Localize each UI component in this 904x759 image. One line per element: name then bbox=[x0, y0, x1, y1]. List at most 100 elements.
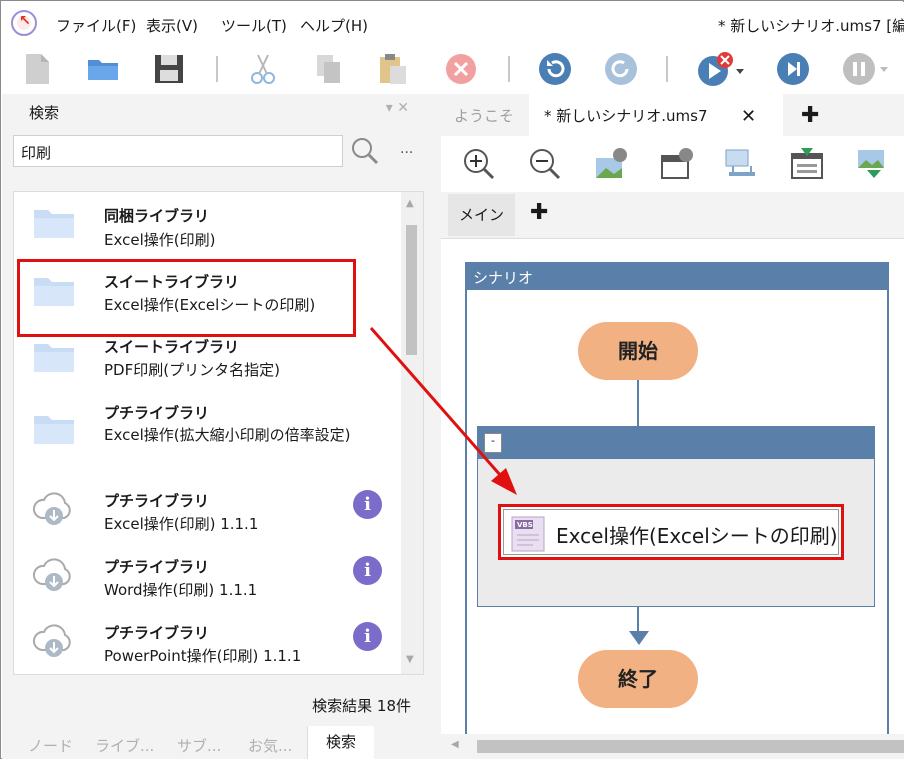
image-match-icon[interactable] bbox=[855, 146, 891, 182]
vertical-scrollbar[interactable]: ▲ ▼ bbox=[401, 192, 423, 674]
redo-icon[interactable] bbox=[604, 52, 638, 86]
app-window: ファイル(F) 表示(V) ツール(T) ヘルプ(H) * 新しいシナリオ.um… bbox=[0, 0, 904, 759]
search-icon[interactable] bbox=[348, 135, 382, 167]
list-item[interactable]: プチライブラリ Word操作(印刷) 1.1.1 i bbox=[14, 546, 402, 612]
zoom-out-icon[interactable] bbox=[527, 146, 563, 182]
flow-canvas[interactable]: シナリオ 開始 - VBS Excel操作(Excelシートの印刷) 終了 bbox=[441, 238, 904, 759]
open-folder-icon[interactable] bbox=[86, 52, 120, 86]
menu-help[interactable]: ヘルプ(H) bbox=[300, 15, 368, 36]
tab-node[interactable]: ノード bbox=[28, 735, 73, 756]
menu-view[interactable]: 表示(V) bbox=[146, 15, 198, 36]
result-count: 検索結果 18件 bbox=[312, 697, 411, 715]
menu-tools[interactable]: ツール(T) bbox=[221, 15, 287, 36]
editor-area: ようこそ * 新しいシナリオ.ums7 ✕ ✚ メイン ✚ シナリオ 開始 - … bbox=[425, 94, 904, 759]
new-file-icon[interactable] bbox=[20, 52, 54, 86]
pane-title: 検索 bbox=[29, 104, 60, 122]
node-name: Excel操作(拡大縮小印刷の倍率設定) bbox=[104, 426, 351, 444]
step-icon[interactable] bbox=[776, 52, 810, 86]
library-name: プチライブラリ bbox=[104, 404, 210, 422]
tab-search[interactable]: 検索 bbox=[307, 726, 375, 759]
image-settings-icon[interactable] bbox=[593, 146, 629, 182]
cut-icon[interactable] bbox=[246, 52, 280, 86]
library-name: プチライブラリ bbox=[104, 492, 210, 510]
editor-toolbar bbox=[441, 136, 904, 192]
folder-icon bbox=[34, 416, 74, 444]
record-screen-icon[interactable] bbox=[723, 146, 759, 182]
copy-icon[interactable] bbox=[312, 52, 346, 86]
group-header: - bbox=[478, 427, 874, 459]
add-tab-icon[interactable]: ✚ bbox=[801, 103, 819, 128]
toolbar-separator bbox=[508, 56, 510, 82]
more-options-button[interactable]: ... bbox=[400, 141, 413, 157]
tab-favorites[interactable]: お気... bbox=[248, 735, 292, 756]
tab-subroutine[interactable]: サブ... bbox=[177, 735, 221, 756]
list-item[interactable]: 同梱ライブラリ Excel操作(印刷) bbox=[14, 192, 402, 262]
start-node[interactable]: 開始 bbox=[578, 322, 698, 380]
node-name: Excel操作(印刷) bbox=[104, 231, 216, 249]
tab-main[interactable]: メイン bbox=[448, 194, 515, 236]
scroll-down-arrow-icon[interactable]: ▼ bbox=[406, 654, 414, 665]
toolbar-separator bbox=[666, 56, 668, 82]
scenario-header: シナリオ bbox=[467, 264, 887, 290]
paste-icon[interactable] bbox=[376, 52, 410, 86]
search-pane: 検索 ▾ ✕ 印刷 ... 同梱ライブラリ Excel操作(印刷) スイートライ… bbox=[2, 94, 425, 759]
close-icon[interactable]: ✕ bbox=[741, 94, 756, 139]
tab-welcome[interactable]: ようこそ bbox=[441, 94, 527, 136]
connector-line bbox=[637, 607, 639, 633]
cloud-download-icon bbox=[33, 492, 71, 525]
app-logo-icon bbox=[11, 10, 37, 36]
horizontal-scrollbar[interactable]: ◀ bbox=[441, 734, 904, 759]
capture-window-icon[interactable] bbox=[789, 146, 825, 182]
folder-icon bbox=[34, 210, 74, 238]
scroll-up-arrow-icon[interactable]: ▲ bbox=[406, 198, 414, 209]
node-name: Word操作(印刷) 1.1.1 bbox=[104, 581, 258, 599]
tab-library[interactable]: ライブ... bbox=[95, 735, 154, 756]
collapse-button[interactable]: - bbox=[484, 433, 502, 453]
connector-arrow bbox=[629, 631, 649, 645]
vbs-badge: VBS bbox=[517, 521, 533, 529]
window-settings-icon[interactable] bbox=[659, 146, 695, 182]
scroll-thumb[interactable] bbox=[406, 225, 417, 355]
node-name: PowerPoint操作(印刷) 1.1.1 bbox=[104, 647, 302, 665]
info-button[interactable]: i bbox=[353, 622, 382, 651]
end-node[interactable]: 終了 bbox=[578, 650, 698, 708]
cloud-download-icon bbox=[33, 624, 71, 657]
scroll-left-arrow-icon[interactable]: ◀ bbox=[451, 739, 459, 750]
main-toolbar bbox=[2, 44, 904, 94]
library-name: プチライブラリ bbox=[104, 624, 210, 642]
info-button[interactable]: i bbox=[353, 490, 382, 519]
group-node[interactable]: - VBS Excel操作(Excelシートの印刷) bbox=[477, 426, 875, 607]
folder-icon bbox=[34, 344, 74, 372]
list-item[interactable]: プチライブラリ Excel操作(印刷) 1.1.1 i bbox=[14, 480, 402, 546]
library-name: 同梱ライブラリ bbox=[104, 207, 210, 225]
bottom-tabs: ノード ライブ... サブ... お気... 検索 bbox=[13, 726, 424, 759]
menubar: ファイル(F) 表示(V) ツール(T) ヘルプ(H) * 新しいシナリオ.um… bbox=[2, 2, 904, 44]
list-item[interactable]: プチライブラリ PowerPoint操作(印刷) 1.1.1 i bbox=[14, 612, 402, 674]
action-node[interactable]: VBS Excel操作(Excelシートの印刷) bbox=[498, 504, 844, 560]
tab-scenario-label: * 新しいシナリオ.ums7 bbox=[544, 107, 708, 125]
search-input[interactable]: 印刷 bbox=[13, 135, 343, 167]
tab-scenario[interactable]: * 新しいシナリオ.ums7 ✕ bbox=[529, 94, 783, 136]
undo-icon[interactable] bbox=[538, 52, 572, 86]
zoom-in-icon[interactable] bbox=[461, 146, 497, 182]
stop-icon[interactable] bbox=[444, 52, 478, 86]
hscroll-thumb[interactable] bbox=[477, 740, 904, 753]
save-icon[interactable] bbox=[152, 52, 186, 86]
action-node-inner: VBS Excel操作(Excelシートの印刷) bbox=[503, 509, 839, 555]
add-view-tab-icon[interactable]: ✚ bbox=[530, 200, 548, 225]
node-name: PDF印刷(プリンタ名指定) bbox=[104, 361, 280, 379]
action-label: Excel操作(Excelシートの印刷) bbox=[556, 524, 838, 548]
menu-file[interactable]: ファイル(F) bbox=[56, 15, 136, 36]
pane-controls[interactable]: ▾ ✕ bbox=[386, 100, 409, 116]
run-icon[interactable] bbox=[696, 52, 746, 86]
scenario-container: シナリオ 開始 - VBS Excel操作(Excelシートの印刷) 終了 bbox=[465, 262, 889, 742]
connector-line bbox=[637, 380, 639, 426]
library-name: スイートライブラリ bbox=[104, 338, 240, 356]
library-name: プチライブラリ bbox=[104, 558, 210, 576]
cloud-download-icon bbox=[33, 558, 71, 591]
info-button[interactable]: i bbox=[353, 556, 382, 585]
list-item[interactable]: プチライブラリ Excel操作(拡大縮小印刷の倍率設定) bbox=[14, 392, 402, 480]
pause-icon[interactable] bbox=[842, 52, 892, 86]
vbs-script-icon: VBS bbox=[511, 516, 545, 552]
toolbar-separator bbox=[216, 56, 218, 82]
